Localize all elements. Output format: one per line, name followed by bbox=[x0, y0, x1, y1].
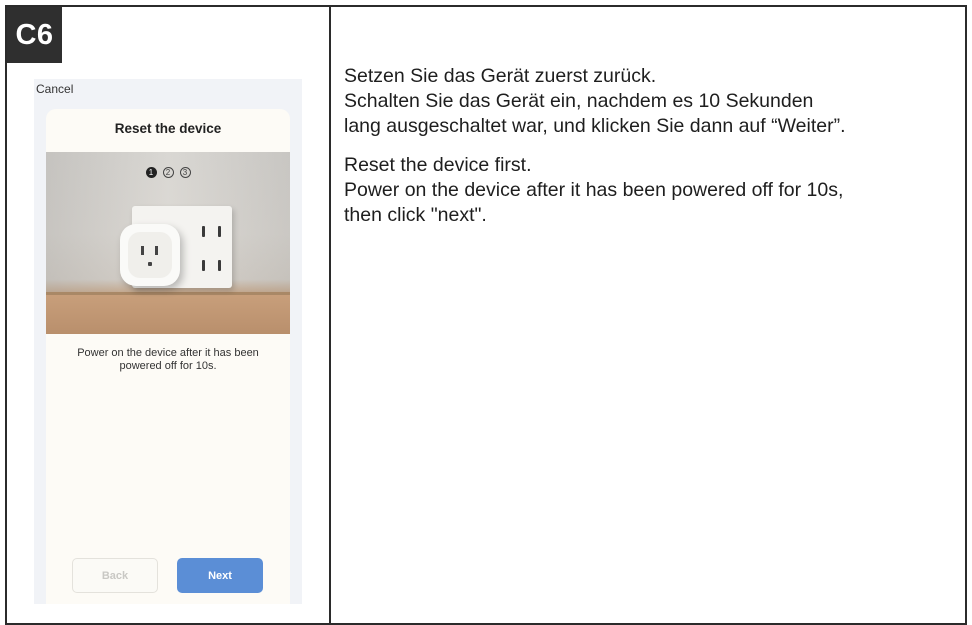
smart-plug bbox=[120, 224, 180, 286]
step-indicator: 1 2 3 bbox=[46, 167, 290, 178]
next-button[interactable]: Next bbox=[177, 558, 263, 593]
back-button[interactable]: Back bbox=[72, 558, 158, 593]
outlet-photo: 1 2 3 bbox=[46, 152, 290, 334]
german-line-3: lang ausgeschaltet war, und klicken Sie … bbox=[344, 115, 846, 137]
column-divider bbox=[329, 5, 331, 625]
instruction-text: Power on the device after it has been po… bbox=[77, 347, 259, 372]
step-badge: C6 bbox=[7, 7, 62, 63]
card-title: Reset the device bbox=[114, 121, 222, 136]
cancel-link[interactable]: Cancel bbox=[36, 82, 73, 96]
english-line-3: then click "next". bbox=[344, 204, 487, 226]
german-line-2: Schalten Sie das Gerät ein, nachdem es 1… bbox=[344, 90, 814, 112]
phone-screenshot: Cancel Reset the device 1 2 3 Power on t… bbox=[34, 79, 302, 604]
step-dot-2: 2 bbox=[162, 167, 174, 178]
instruction-text-column: Setzen Sie das Gerät zuerst zurück. Scha… bbox=[344, 64, 964, 228]
step-dot-1: 1 bbox=[145, 167, 157, 178]
english-line-2: Power on the device after it has been po… bbox=[344, 179, 844, 201]
reset-card: Reset the device 1 2 3 Power on the devi… bbox=[46, 109, 290, 604]
step-dot-3: 3 bbox=[179, 167, 191, 178]
english-line-1: Reset the device first. bbox=[344, 154, 532, 176]
german-line-1: Setzen Sie das Gerät zuerst zurück. bbox=[344, 65, 657, 87]
